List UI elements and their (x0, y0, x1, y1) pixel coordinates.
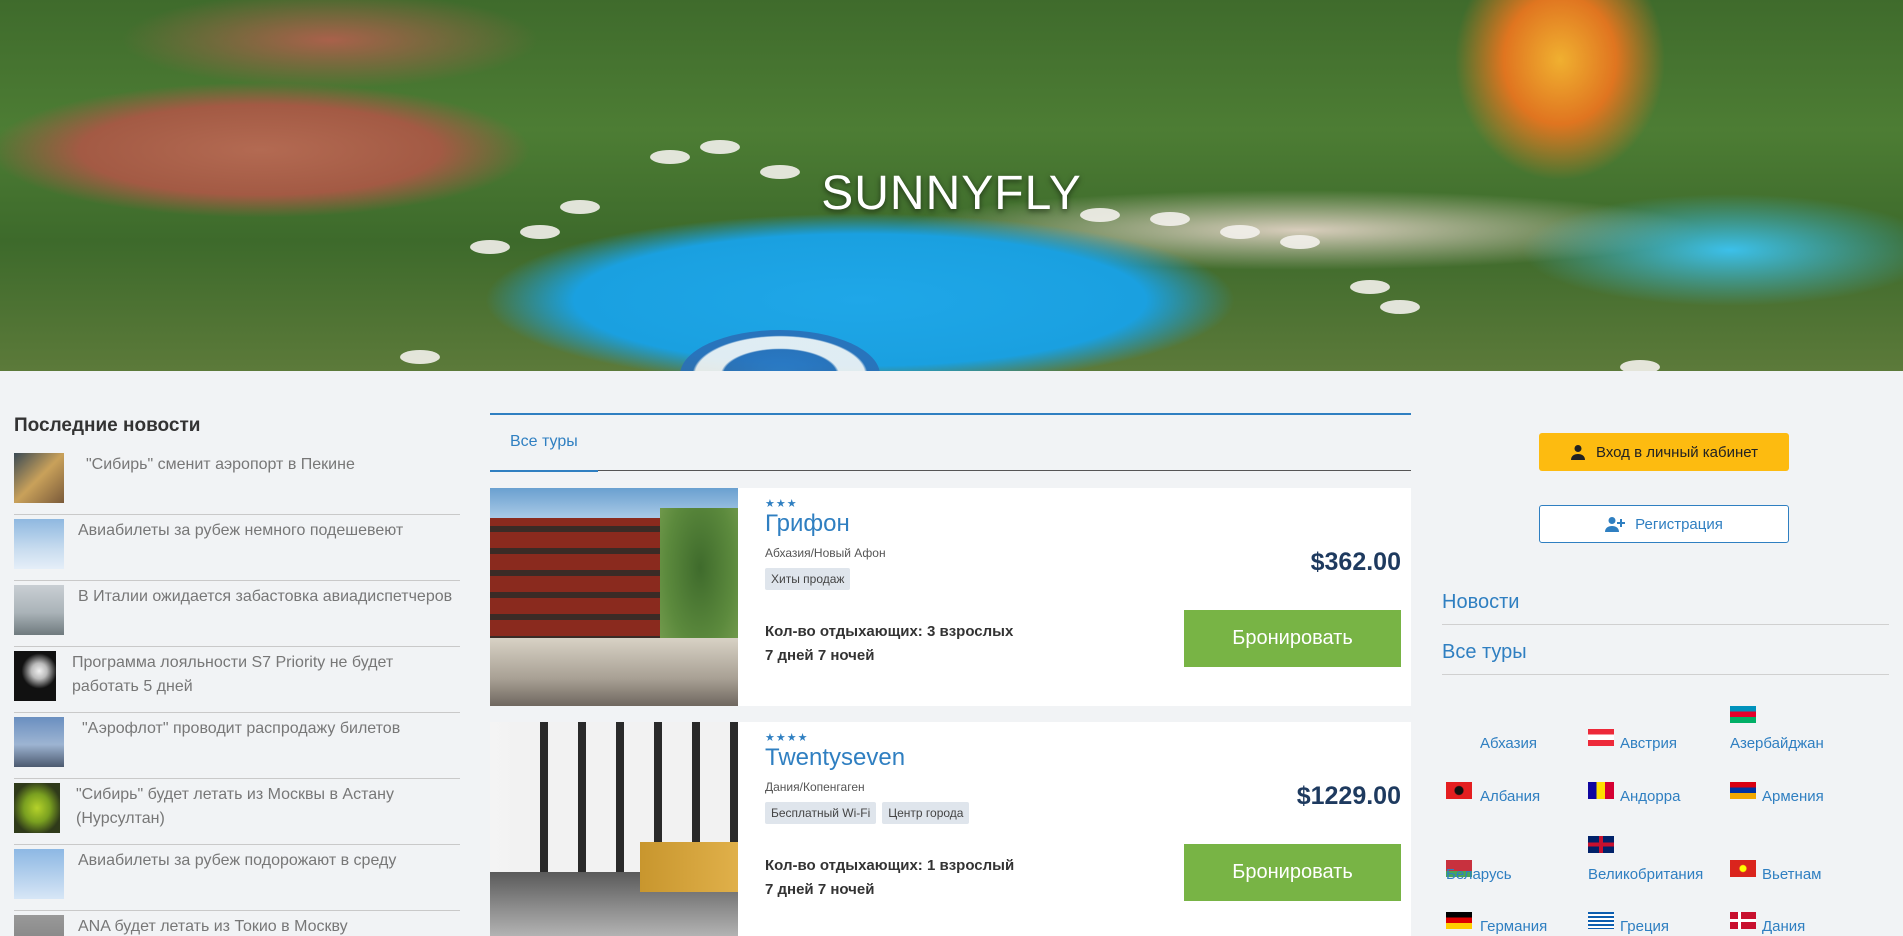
login-button[interactable]: Вход в личный кабинет (1539, 433, 1789, 471)
country-abkhazia[interactable]: Абхазия (1446, 706, 1591, 756)
tour-duration: 7 дней 7 ночей (765, 881, 875, 898)
news-thumbnail (14, 519, 64, 569)
sidebar-link-all-tours[interactable]: Все туры (1442, 641, 1889, 675)
country-austria[interactable]: Австрия (1588, 706, 1733, 756)
news-thumbnail (14, 849, 64, 899)
news-item[interactable]: Авиабилеты за рубеж немного подешевеют (14, 515, 460, 581)
country-name: Азербайджан (1730, 735, 1824, 752)
tour-location: Дания/Копенгаген (765, 780, 865, 794)
guests-count: Кол-во отдыхающих: 3 взрослых (765, 623, 1014, 640)
hotel-photo[interactable] (490, 488, 738, 706)
news-item[interactable]: "Аэрофлот" проводит распродажу билетов (14, 713, 460, 779)
news-item[interactable]: Программа лояльности S7 Priority не буде… (14, 647, 460, 713)
tour-card: ★★★★ Twentyseven Дания/Копенгаген Беспла… (490, 722, 1411, 936)
country-great-britain[interactable]: Великобритания (1588, 836, 1733, 886)
tour-tag: Центр города (882, 802, 970, 824)
country-name: Албания (1480, 788, 1541, 805)
news-title[interactable]: Программа лояльности S7 Priority не буде… (72, 651, 460, 699)
country-name: Армения (1762, 788, 1824, 805)
albania-flag-icon (1446, 782, 1472, 799)
news-thumbnail (14, 915, 64, 936)
news-title[interactable]: "Сибирь" сменит аэропорт в Пекине (78, 453, 355, 477)
news-thumbnail (14, 585, 64, 635)
tour-details: Кол-во отдыхающих: 3 взрослых 7 дней 7 н… (765, 620, 1013, 668)
austria-flag-icon (1588, 729, 1614, 746)
country-name: Абхазия (1480, 735, 1537, 752)
country-germany[interactable]: Германия (1446, 912, 1591, 936)
news-item[interactable]: Авиабилеты за рубеж подорожают в среду (14, 845, 460, 911)
country-name: Греция (1620, 918, 1670, 935)
country-armenia[interactable]: Армения (1730, 782, 1875, 832)
tour-name[interactable]: Грифон (765, 510, 850, 538)
tour-price: $1229.00 (1296, 782, 1401, 810)
tour-price: $362.00 (1310, 548, 1401, 576)
site-title: SUNNYFLY (821, 167, 1082, 220)
news-title[interactable]: ANA будет летать из Токио в Москву (78, 915, 348, 936)
tour-name[interactable]: Twentyseven (765, 744, 905, 772)
news-thumbnail (14, 651, 56, 701)
tour-tag: Хиты продаж (765, 568, 851, 590)
register-button[interactable]: Регистрация (1539, 505, 1789, 543)
tour-details: Кол-во отдыхающих: 1 взрослый 7 дней 7 н… (765, 854, 1014, 902)
country-greece[interactable]: Греция (1588, 912, 1733, 936)
hero-banner: SUNNYFLY (0, 0, 1903, 371)
register-label: Регистрация (1635, 515, 1723, 533)
country-name: Беларусь (1446, 866, 1512, 883)
country-name: Австрия (1620, 735, 1678, 752)
news-heading: Последние новости (14, 415, 201, 436)
sidebar-link-news[interactable]: Новости (1442, 591, 1889, 625)
tour-card: ★★★ Грифон Абхазия/Новый Афон Хиты прода… (490, 488, 1411, 706)
news-title[interactable]: Авиабилеты за рубеж подорожают в среду (78, 849, 396, 873)
country-name: Дания (1762, 918, 1806, 935)
tour-tag: Бесплатный Wi-Fi (765, 802, 877, 824)
andorra-flag-icon (1588, 782, 1614, 799)
greece-flag-icon (1588, 912, 1614, 929)
country-azerbaijan[interactable]: Азербайджан (1730, 706, 1875, 756)
news-title[interactable]: В Италии ожидается забастовка авиадиспет… (78, 585, 452, 609)
latest-news: Последние новости "Сибирь" сменит аэропо… (14, 415, 460, 936)
tour-tags: Хиты продаж (765, 568, 851, 590)
country-denmark[interactable]: Дания (1730, 912, 1875, 936)
country-albania[interactable]: Албания (1446, 782, 1591, 832)
login-label: Вход в личный кабинет (1596, 443, 1758, 461)
news-title[interactable]: Авиабилеты за рубеж немного подешевеют (78, 519, 403, 543)
country-vietnam[interactable]: Вьетнам (1730, 836, 1875, 886)
book-button[interactable]: Бронировать (1184, 844, 1401, 901)
tab-all-tours[interactable]: Все туры (490, 415, 598, 472)
tour-tabs: Все туры (490, 413, 1411, 472)
hotel-stars: ★★★ (765, 497, 798, 510)
tour-tags: Бесплатный Wi-Fi Центр города (765, 802, 970, 824)
hotel-photo[interactable] (490, 722, 738, 936)
news-title[interactable]: "Сибирь" будет летать из Москвы в Астану… (74, 783, 460, 831)
armenia-flag-icon (1730, 782, 1756, 799)
country-name: Великобритания (1588, 866, 1704, 883)
country-belarus[interactable]: Беларусь (1446, 836, 1591, 886)
news-thumbnail (14, 717, 64, 767)
tour-duration: 7 дней 7 ночей (765, 647, 875, 664)
news-item[interactable]: ANA будет летать из Токио в Москву (14, 911, 460, 936)
germany-flag-icon (1446, 912, 1472, 929)
tour-location: Абхазия/Новый Афон (765, 546, 886, 560)
news-item[interactable]: В Италии ожидается забастовка авиадиспет… (14, 581, 460, 647)
user-icon (1571, 445, 1585, 460)
country-name: Вьетнам (1762, 866, 1822, 883)
country-name: Андорра (1620, 788, 1681, 805)
azerbaijan-flag-icon (1730, 706, 1756, 723)
news-item[interactable]: "Сибирь" будет летать из Москвы в Астану… (14, 779, 460, 845)
book-button[interactable]: Бронировать (1184, 610, 1401, 667)
news-thumbnail (14, 453, 64, 503)
news-item[interactable]: "Сибирь" сменит аэропорт в Пекине (14, 449, 460, 515)
news-thumbnail (14, 783, 60, 833)
news-title[interactable]: "Аэрофлот" проводит распродажу билетов (78, 717, 400, 741)
uk-flag-icon (1588, 836, 1614, 853)
user-plus-icon (1605, 517, 1626, 532)
guests-count: Кол-во отдыхающих: 1 взрослый (765, 857, 1015, 874)
denmark-flag-icon (1730, 912, 1756, 929)
hotel-stars: ★★★★ (765, 731, 809, 744)
vietnam-flag-icon (1730, 860, 1756, 877)
country-name: Германия (1480, 918, 1548, 935)
country-andorra[interactable]: Андорра (1588, 782, 1733, 832)
